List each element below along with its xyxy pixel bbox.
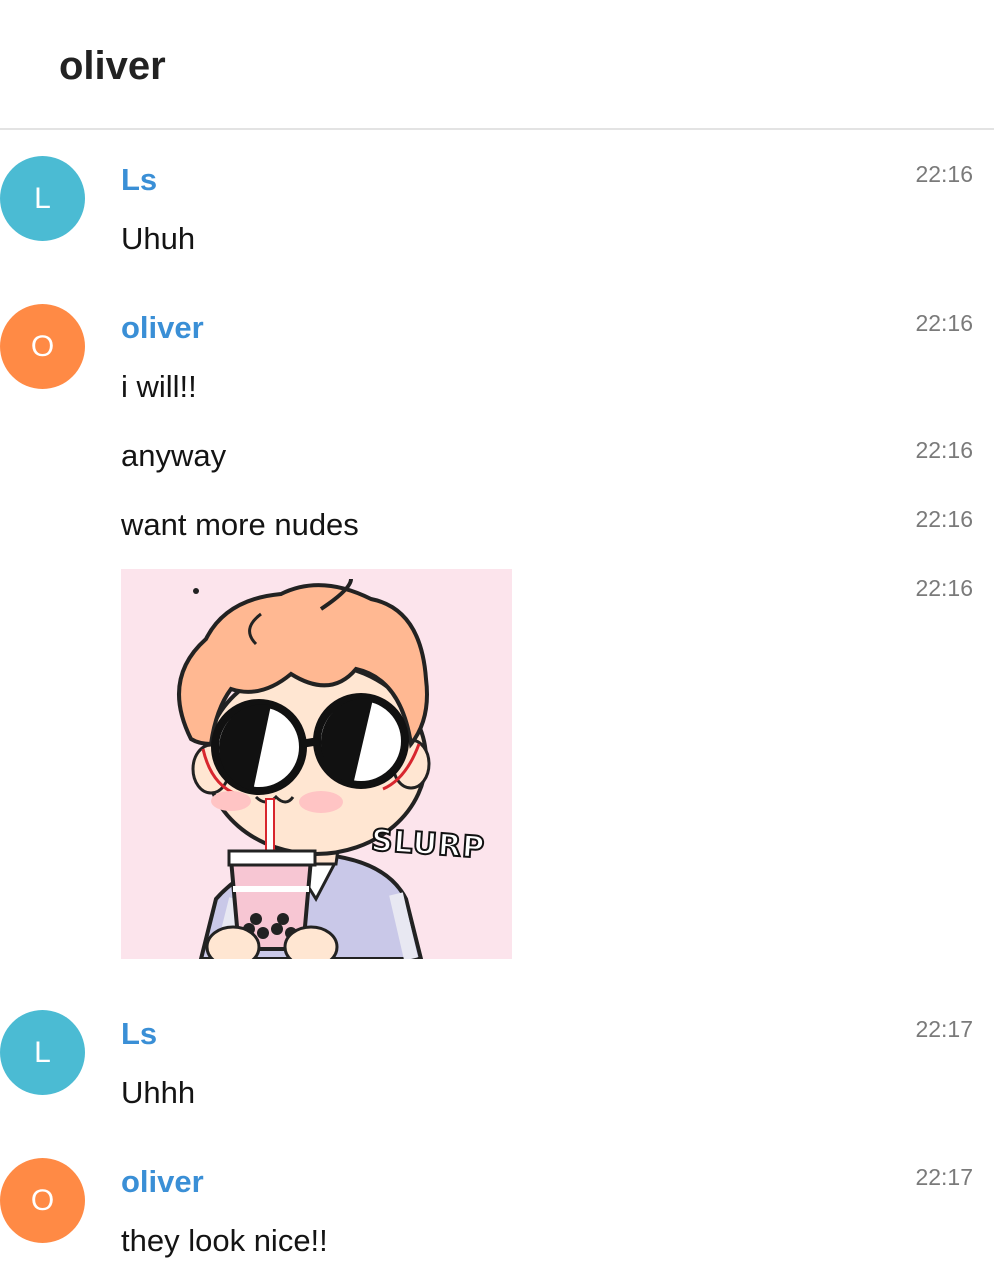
message-text: Uhuh [121, 221, 196, 256]
sender-name[interactable]: Ls [121, 160, 157, 200]
message-text: they look nice!! [121, 1223, 328, 1258]
sender-name[interactable]: Ls [121, 1014, 157, 1054]
message-timestamp: 22:17 [915, 1164, 973, 1190]
message-timestamp: 22:16 [915, 161, 973, 187]
message-text: i will!! [121, 369, 197, 404]
chat-header: oliver [0, 0, 994, 130]
sender-name[interactable]: oliver [121, 308, 204, 348]
sender-name[interactable]: oliver [121, 1162, 204, 1202]
avatar-oliver[interactable]: O [0, 304, 85, 389]
message-text: anyway [121, 438, 227, 473]
message-text: Uhhh [121, 1075, 196, 1110]
message-timestamp: 22:16 [915, 437, 973, 463]
message-timestamp: 22:16 [915, 310, 973, 336]
avatar-ls[interactable]: L [0, 156, 85, 241]
chat-title: oliver [59, 44, 166, 88]
sticker-boy-drinking-boba-image[interactable]: SLURP [121, 569, 512, 959]
message-timestamp: 22:16 [915, 506, 973, 532]
avatar-oliver[interactable]: O [0, 1158, 85, 1243]
message-text: want more nudes [121, 507, 359, 542]
avatar-ls[interactable]: L [0, 1010, 85, 1095]
message-timestamp: 22:17 [915, 1016, 973, 1042]
message-timestamp: 22:16 [915, 575, 973, 601]
